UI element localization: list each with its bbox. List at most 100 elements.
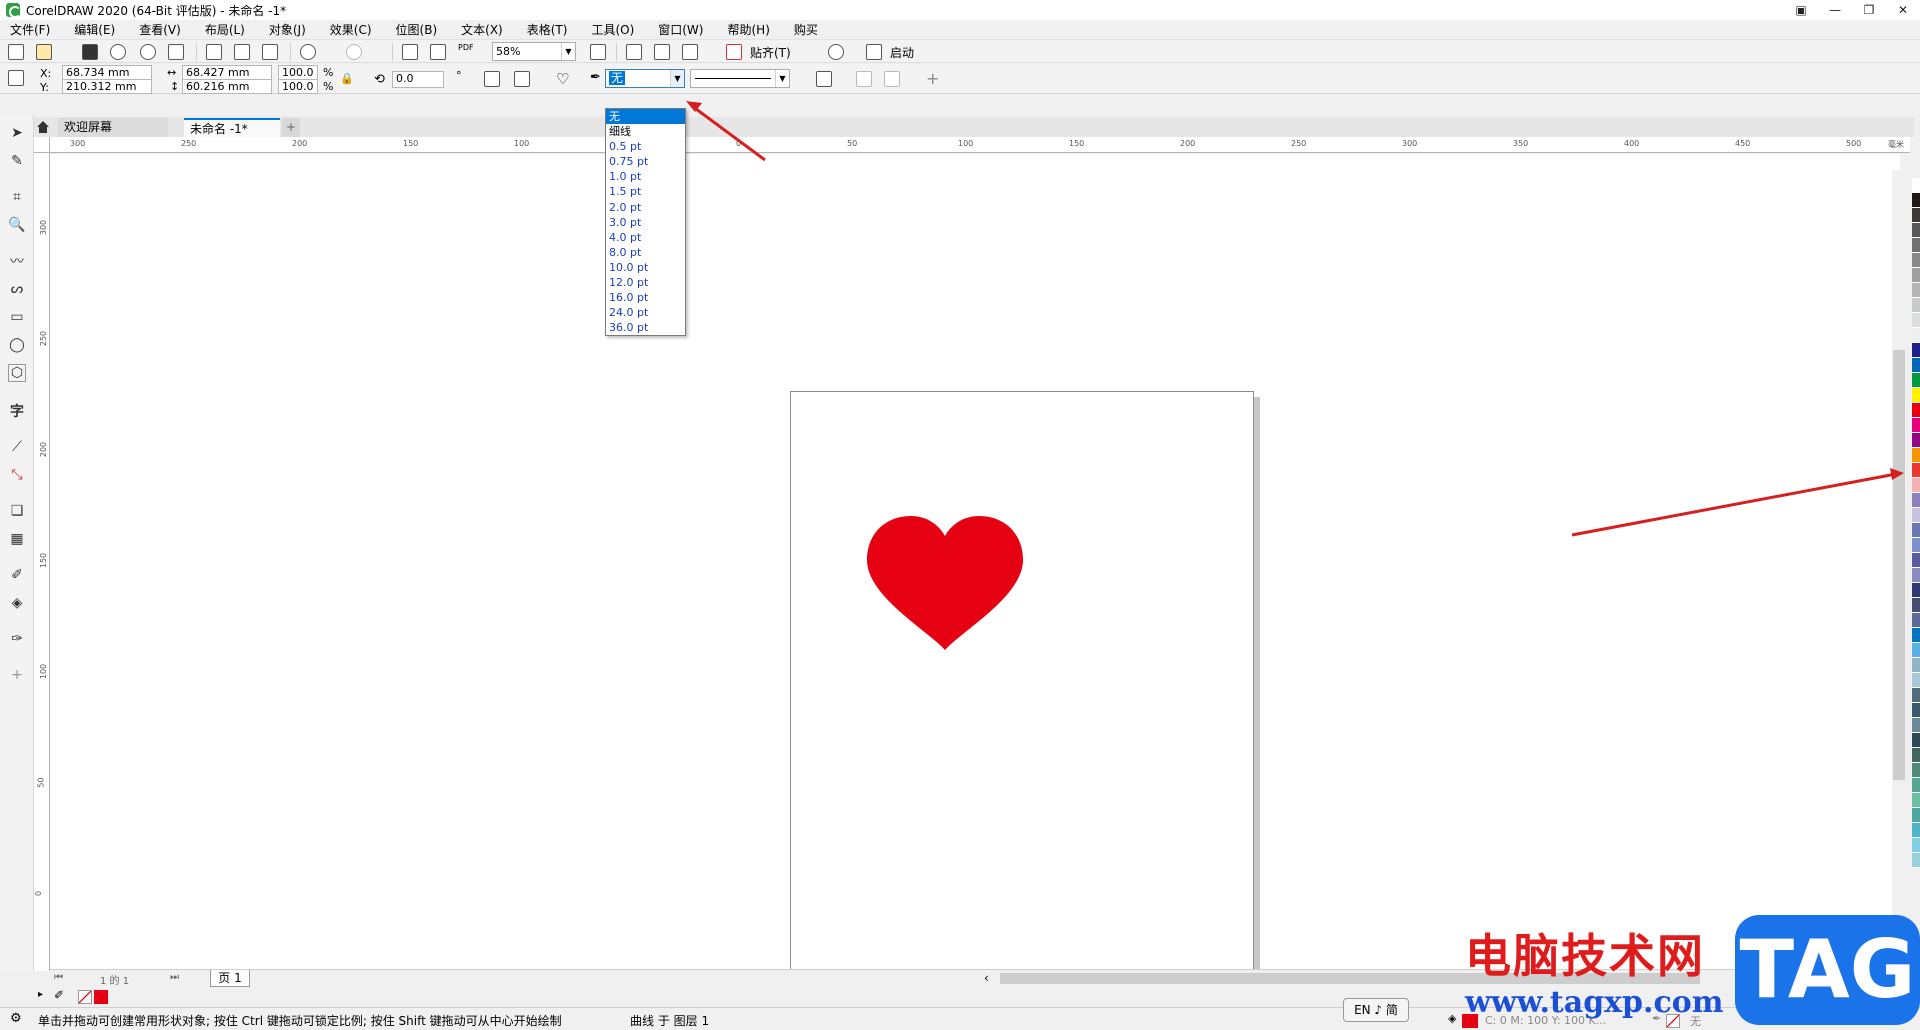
cloud-download-icon[interactable] xyxy=(110,44,126,60)
palette-swatch[interactable] xyxy=(1912,718,1920,733)
paste-icon[interactable] xyxy=(262,44,278,60)
palette-swatch[interactable] xyxy=(1912,433,1920,448)
import-icon[interactable] xyxy=(402,44,418,60)
to-front-icon[interactable] xyxy=(856,71,872,87)
menu-view[interactable]: 查看(V) xyxy=(127,21,193,38)
page-last-icon[interactable]: ⏭ xyxy=(170,972,179,983)
palette-swatch[interactable] xyxy=(1912,553,1920,568)
y-position-input[interactable]: 210.312 mm xyxy=(62,79,152,94)
ellipse-tool-icon[interactable]: ◯ xyxy=(8,336,26,354)
palette-swatch[interactable] xyxy=(1912,703,1920,718)
options-gear-icon[interactable] xyxy=(828,44,844,60)
palette-swatch[interactable] xyxy=(1912,298,1920,313)
palette-swatch[interactable] xyxy=(1912,373,1920,388)
palette-swatch[interactable] xyxy=(1912,658,1920,673)
outline-width-option[interactable]: 2.0 pt xyxy=(606,200,685,215)
palette-swatch[interactable] xyxy=(1912,448,1920,463)
palette-swatch[interactable] xyxy=(1912,463,1920,478)
add-tab-icon[interactable]: + xyxy=(282,118,300,137)
palette-swatch[interactable] xyxy=(1912,253,1920,268)
open-folder-icon[interactable] xyxy=(36,44,52,60)
text-tool-icon[interactable]: 字 xyxy=(8,402,26,420)
cut-icon[interactable] xyxy=(206,44,222,60)
palette-swatch[interactable] xyxy=(1912,178,1920,193)
menu-text[interactable]: 文本(X) xyxy=(449,21,515,38)
outline-width-option[interactable]: 4.0 pt xyxy=(606,230,685,245)
outline-width-option[interactable]: 10.0 pt xyxy=(606,260,685,275)
menu-object[interactable]: 对象(J) xyxy=(257,21,318,38)
menu-effects[interactable]: 效果(C) xyxy=(318,21,384,38)
document-page[interactable] xyxy=(790,391,1254,1030)
heart-shape[interactable] xyxy=(867,516,1023,652)
rectangle-tool-icon[interactable]: ▭ xyxy=(8,308,26,326)
menu-window[interactable]: 窗口(W) xyxy=(646,21,715,38)
palette-swatch[interactable] xyxy=(1912,223,1920,238)
outline-width-option[interactable]: 1.5 pt xyxy=(606,184,685,199)
palette-swatch[interactable] xyxy=(1912,538,1920,553)
basic-shapes-tool-icon[interactable]: ⬡ xyxy=(8,364,26,382)
scroll-left-icon[interactable]: ‹ xyxy=(984,971,989,985)
palette-swatch[interactable] xyxy=(1912,208,1920,223)
palette-expand-icon[interactable]: ▸ xyxy=(38,989,43,1000)
undo-icon[interactable] xyxy=(300,44,316,60)
x-position-input[interactable]: 68.734 mm xyxy=(62,65,152,80)
pdf-export-icon[interactable]: PDF xyxy=(458,43,474,52)
outline-width-option[interactable]: 16.0 pt xyxy=(606,290,685,305)
new-document-icon[interactable] xyxy=(8,44,24,60)
palette-swatch[interactable] xyxy=(1912,418,1920,433)
crop-tool-icon[interactable]: ⌗ xyxy=(8,188,26,206)
show-grid-icon[interactable] xyxy=(654,44,670,60)
menu-table[interactable]: 表格(T) xyxy=(515,21,580,38)
ruler-origin[interactable] xyxy=(34,137,50,153)
palette-swatch[interactable] xyxy=(1912,358,1920,373)
tab-welcome-screen[interactable]: 欢迎屏幕 xyxy=(58,118,168,137)
vertical-scrollbar[interactable] xyxy=(1892,170,1906,970)
menu-file[interactable]: 文件(F) xyxy=(0,21,62,38)
artistic-media-icon[interactable]: ᔕ xyxy=(8,280,26,298)
parallel-dimension-icon[interactable]: ⟋ xyxy=(8,438,26,456)
heart-shape-icon[interactable]: ♡ xyxy=(556,70,569,88)
maximize-button[interactable]: ❐ xyxy=(1852,0,1886,20)
outline-width-option[interactable]: 12.0 pt xyxy=(606,275,685,290)
rotation-input[interactable]: 0.0 xyxy=(392,71,444,88)
line-style-select[interactable]: ▼ xyxy=(690,69,790,88)
palette-swatch[interactable] xyxy=(1912,328,1920,343)
page-first-icon[interactable]: ⏮ xyxy=(54,972,63,983)
shape-tool-icon[interactable]: ✎ xyxy=(8,152,26,170)
palette-swatch[interactable] xyxy=(1912,853,1920,868)
mirror-horizontal-icon[interactable] xyxy=(484,71,500,87)
palette-swatch[interactable] xyxy=(1912,313,1920,328)
palette-swatch[interactable] xyxy=(1912,823,1920,838)
drop-shadow-tool-icon[interactable]: ❏ xyxy=(8,502,26,520)
ime-indicator[interactable]: EN ♪ 简 xyxy=(1343,998,1409,1022)
launch-icon[interactable] xyxy=(866,44,882,60)
export-icon[interactable] xyxy=(430,44,446,60)
palette-eyedropper-icon[interactable]: ✐ xyxy=(54,988,64,1002)
palette-swatch[interactable] xyxy=(1912,583,1920,598)
outline-width-option[interactable]: 8.0 pt xyxy=(606,245,685,260)
menu-edit[interactable]: 编辑(E) xyxy=(62,21,127,38)
palette-swatch[interactable] xyxy=(1912,628,1920,643)
menu-tools[interactable]: 工具(O) xyxy=(579,21,646,38)
smart-fill-icon[interactable]: ✑ xyxy=(8,630,26,648)
drawing-canvas[interactable] xyxy=(50,154,1900,1030)
palette-swatch[interactable] xyxy=(1912,523,1920,538)
outline-width-option[interactable]: 无 xyxy=(606,109,685,125)
page-1-tab[interactable]: 页 1 xyxy=(210,970,250,987)
palette-swatch[interactable] xyxy=(1912,343,1920,358)
horizontal-ruler[interactable]: 300 250 200 150 100 500 50 100 150 200 250 300 350 40… xyxy=(50,137,1910,153)
palette-swatch[interactable] xyxy=(1912,388,1920,403)
outline-width-option[interactable]: 0.75 pt xyxy=(606,154,685,169)
menu-buy[interactable]: 购买 xyxy=(782,21,830,38)
lock-ratio-icon[interactable]: 🔒 xyxy=(340,72,354,85)
palette-swatch[interactable] xyxy=(1912,613,1920,628)
scale-x-input[interactable]: 100.0 xyxy=(278,65,318,80)
palette-swatch[interactable] xyxy=(1912,688,1920,703)
palette-swatch[interactable] xyxy=(1912,793,1920,808)
outline-width-option[interactable]: 24.0 pt xyxy=(606,305,685,320)
menu-help[interactable]: 帮助(H) xyxy=(715,21,781,38)
palette-swatch[interactable] xyxy=(1912,508,1920,523)
menu-bitmaps[interactable]: 位图(B) xyxy=(384,21,450,38)
scale-y-input[interactable]: 100.0 xyxy=(278,79,318,94)
wrap-text-icon[interactable] xyxy=(816,71,832,87)
